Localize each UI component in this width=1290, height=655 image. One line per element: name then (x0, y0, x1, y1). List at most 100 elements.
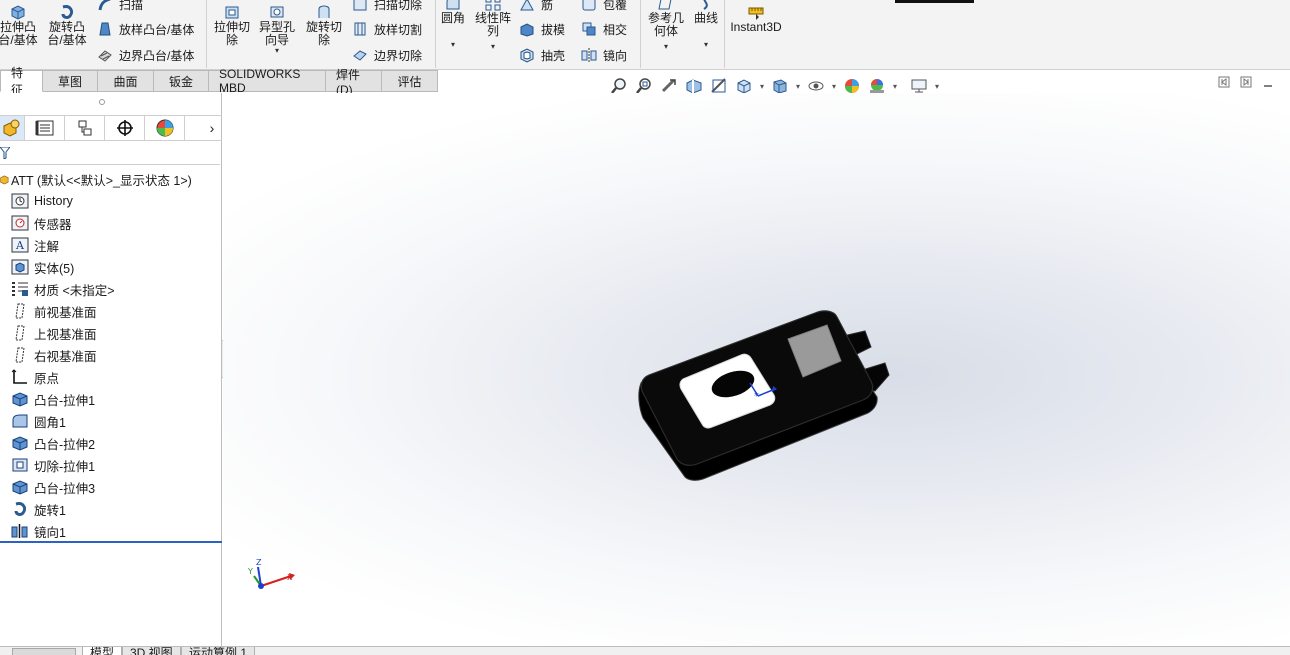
cut-extrude-icon (10, 456, 30, 474)
configuration-manager-tab[interactable] (65, 116, 105, 140)
tree-item-origin[interactable]: 原点 (10, 366, 59, 388)
tab-weldments[interactable]: 焊件(D) (326, 68, 382, 97)
extrude-cut-button[interactable]: 拉伸切 除 (211, 3, 253, 47)
tree-item-fillet1[interactable]: 圆角1 (10, 410, 66, 432)
extrude-boss-label: 拉伸凸 台/基体 (0, 20, 38, 47)
boss-extrude-icon (10, 434, 30, 452)
reference-geometry-button[interactable]: 参考几 何体 ▾ (644, 0, 688, 51)
dimxpert-manager-tab[interactable] (105, 116, 145, 140)
reference-geometry-dropdown-icon[interactable]: ▾ (664, 43, 668, 51)
hole-wizard-dropdown-icon[interactable]: ▾ (275, 47, 279, 55)
wrap-button[interactable]: 包覆 (580, 0, 627, 14)
tab-evaluate[interactable]: 评估 (382, 70, 438, 92)
filter-icon[interactable] (0, 146, 12, 162)
hole-wizard-icon (267, 3, 287, 21)
tab-surfaces[interactable]: 曲面 (98, 70, 154, 92)
display-manager-tab[interactable] (145, 116, 185, 140)
view-settings-dropdown-icon[interactable]: ▾ (933, 82, 941, 91)
mirror-button[interactable]: 镜向 (580, 45, 627, 65)
tree-item-top-plane[interactable]: 上视基准面 (10, 322, 97, 344)
rib-button[interactable]: 筋 (518, 0, 553, 14)
command-manager-tabs: 特征 草图 曲面 钣金 SOLIDWORKS MBD 焊件(D) 评估 (0, 66, 438, 97)
tree-item-revolve1[interactable]: 旋转1 (10, 498, 66, 520)
curves-button[interactable]: 曲线 ▾ (690, 0, 722, 49)
panel-grip-icon[interactable] (99, 99, 105, 105)
tree-item-mirror1[interactable]: 镜向1 (10, 520, 66, 542)
apply-scene-dropdown-icon[interactable]: ▾ (891, 82, 899, 91)
revolve-boss-icon (57, 3, 77, 21)
fillet-dropdown-icon[interactable]: ▾ (451, 41, 455, 49)
intersect-button[interactable]: 相交 (580, 19, 627, 39)
feature-manager-icon (3, 119, 20, 137)
lofted-cut-button[interactable]: 放样切割 (351, 19, 422, 39)
tree-item-history[interactable]: History (10, 190, 73, 212)
shell-button[interactable]: 抽壳 (518, 45, 565, 65)
swept-cut-button[interactable]: 扫描切除 (351, 0, 422, 14)
tab-motion-study[interactable]: 运动算例 1 (181, 647, 256, 655)
swept-cut-icon (351, 0, 369, 13)
revolve-boss-label: 旋转凸 台/基体 (47, 20, 87, 47)
sweep-label: 扫描 (119, 0, 144, 12)
rollback-bar[interactable] (0, 541, 222, 543)
tab-scroll-arrows-icon[interactable] (12, 648, 76, 655)
boundary-cut-button[interactable]: 边界切除 (351, 45, 422, 65)
triad-y-label: Y (247, 567, 253, 576)
reference-geometry-label: 参考几 何体 (647, 11, 684, 38)
fillet-button[interactable]: 圆角 ▾ (438, 0, 468, 49)
tree-item-boss-extrude1[interactable]: 凸台-拉伸1 (10, 388, 95, 410)
linear-pattern-dropdown-icon[interactable]: ▾ (491, 43, 495, 51)
loft-boss-button[interactable]: 放样凸台/基体 (96, 19, 194, 39)
hole-wizard-button[interactable]: 异型孔 向导 ▾ (255, 3, 299, 55)
tab-solidworks-mbd[interactable]: SOLIDWORKS MBD (209, 67, 326, 95)
fillet-label: 圆角 (440, 11, 465, 25)
tab-sheet-metal[interactable]: 钣金 (154, 70, 209, 92)
more-tabs-chevron-icon[interactable]: › (202, 116, 222, 140)
mirror-label: 镜向 (603, 48, 628, 63)
shell-icon (518, 46, 536, 64)
revolve-boss-button[interactable]: 旋转凸 台/基体 (45, 3, 89, 47)
view-orientation-dropdown-icon[interactable]: ▾ (758, 82, 766, 91)
sweep-button[interactable]: 扫描 (96, 0, 143, 14)
tab-3d-views[interactable]: 3D 视图 (122, 647, 181, 655)
restore-viewport-icon[interactable] (1218, 76, 1230, 91)
expand-viewport-icon[interactable] (1240, 76, 1252, 91)
tree-item-label: 前视基准面 (34, 305, 97, 320)
tree-item-boss-extrude3[interactable]: 凸台-拉伸3 (10, 476, 95, 498)
tree-item-right-plane[interactable]: 右视基准面 (10, 344, 97, 366)
tree-item-label: 实体(5) (34, 261, 75, 276)
tree-root-part[interactable]: ATT (默认<<默认>_显示状态 1>) (0, 168, 192, 190)
tab-features[interactable]: 特征 (0, 66, 43, 97)
tree-item-boss-extrude2[interactable]: 凸台-拉伸2 (10, 432, 95, 454)
tree-item-front-plane[interactable]: 前视基准面 (10, 300, 97, 322)
rib-label: 筋 (541, 0, 554, 12)
tree-filter-row[interactable] (0, 141, 220, 165)
boundary-boss-button[interactable]: 边界凸台/基体 (96, 45, 194, 65)
tree-item-cut-extrude1[interactable]: 切除-拉伸1 (10, 454, 95, 476)
extrude-boss-button[interactable]: 拉伸凸 台/基体 (0, 3, 40, 47)
property-manager-tab[interactable] (25, 116, 65, 140)
draft-button[interactable]: 拔模 (518, 19, 565, 39)
graphics-area[interactable]: * X Z Y (223, 93, 1290, 646)
triad-x-label: X (287, 573, 293, 582)
tree-item-material[interactable]: 材质 <未指定> (10, 278, 115, 300)
tree-item-sensors[interactable]: 传感器 (10, 212, 72, 234)
boss-extrude-icon (10, 390, 30, 408)
display-manager-icon (156, 119, 173, 137)
revolve-cut-button[interactable]: 旋转切 除 (302, 3, 346, 47)
shell-label: 抽壳 (541, 48, 566, 63)
instant3d-button[interactable]: Instant3D (728, 3, 784, 34)
curves-dropdown-icon[interactable]: ▾ (704, 41, 708, 49)
title-bar-fragment (895, 0, 974, 3)
display-style-dropdown-icon[interactable]: ▾ (794, 82, 802, 91)
instant3d-label: Instant3D (730, 20, 782, 34)
hide-show-items-dropdown-icon[interactable]: ▾ (830, 82, 838, 91)
tab-sketch[interactable]: 草图 (43, 70, 98, 92)
tree-item-annotations[interactable]: A 注解 (10, 234, 59, 256)
lofted-cut-label: 放样切割 (374, 22, 423, 37)
tab-model[interactable]: 模型 (82, 647, 123, 655)
minimize-viewport-icon[interactable] (1262, 76, 1274, 91)
reference-triad: X Z Y (247, 558, 295, 589)
linear-pattern-button[interactable]: 线性阵 列 ▾ (472, 0, 514, 51)
tree-item-solid-bodies[interactable]: 实体(5) (10, 256, 74, 278)
feature-manager-tab[interactable] (0, 116, 25, 140)
